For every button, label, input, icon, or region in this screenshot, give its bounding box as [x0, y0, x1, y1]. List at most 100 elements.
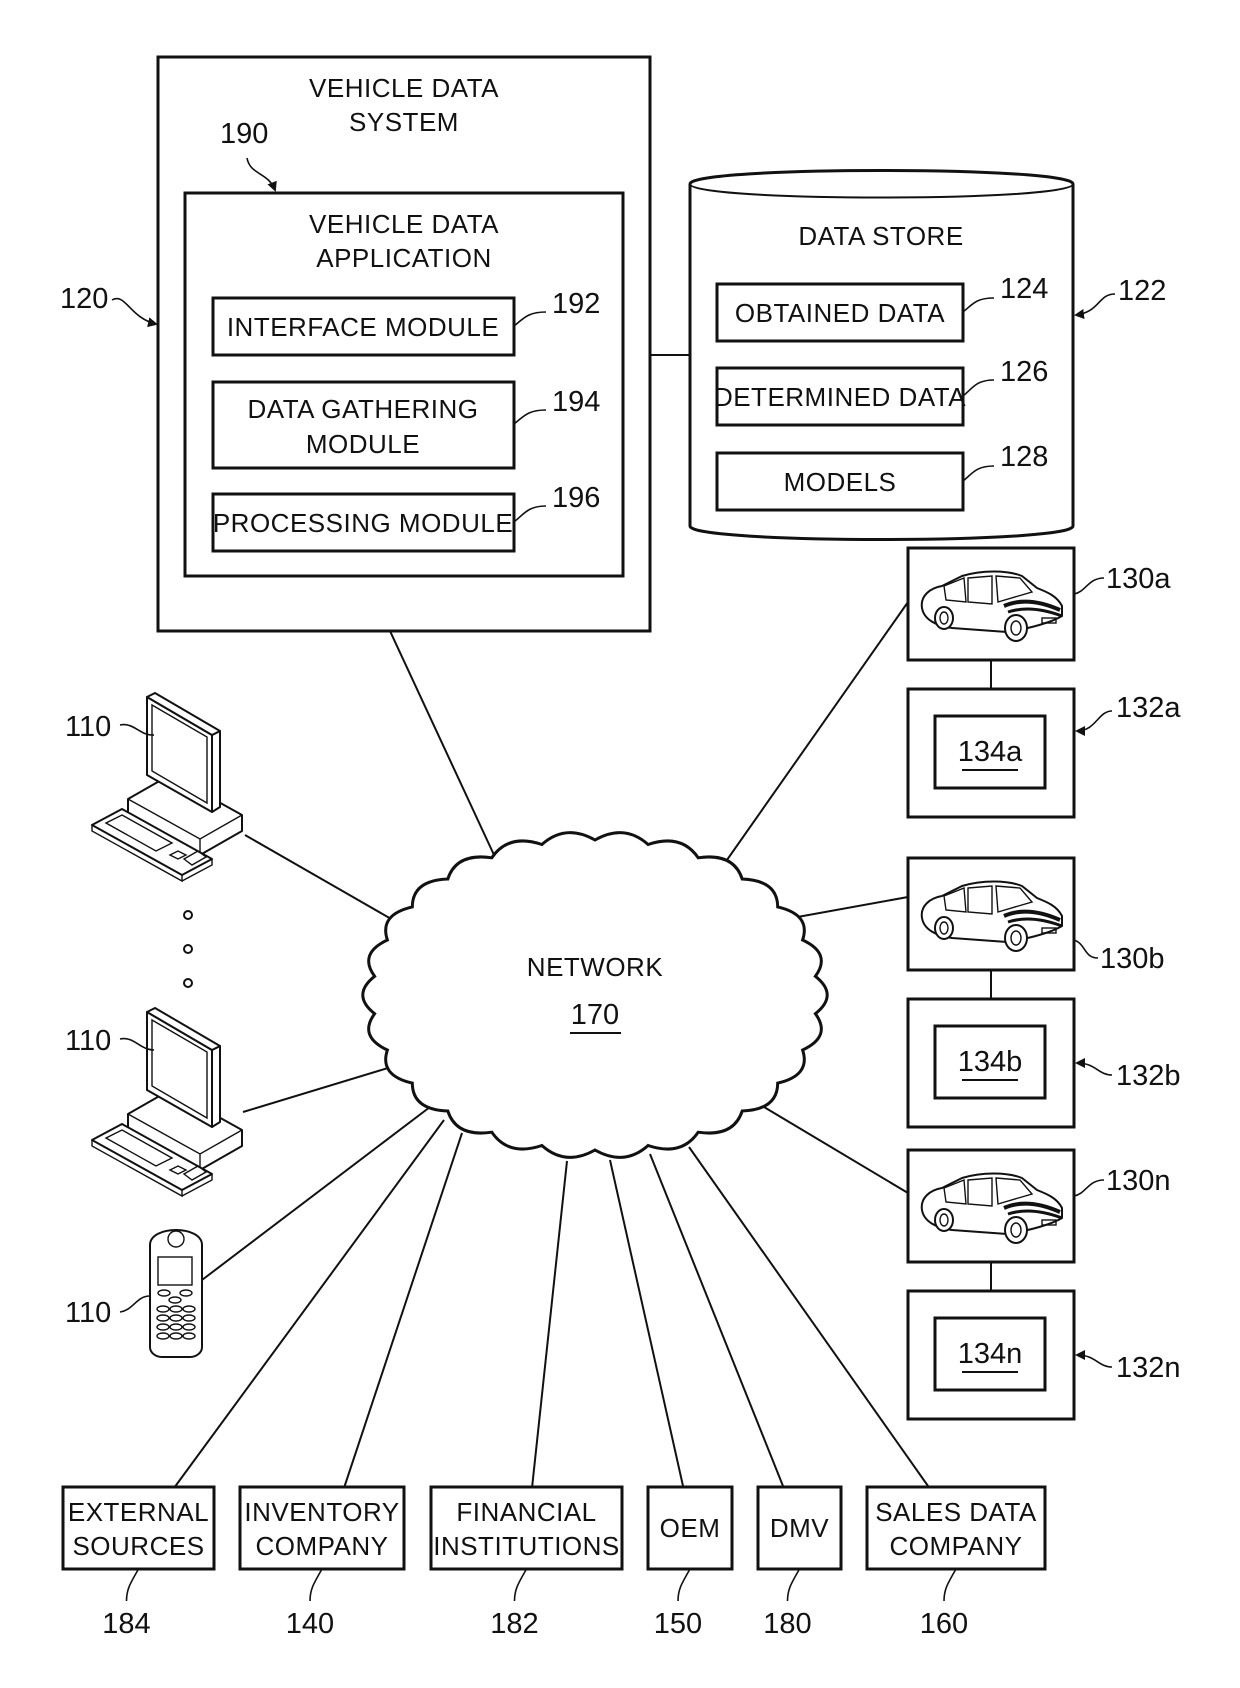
device-component-ref: 134n [958, 1338, 1023, 1370]
entity-leader [125, 1568, 140, 1602]
device-ref-arrow [1075, 1350, 1113, 1368]
entity-oem[interactable]: OEM 150 [646, 1485, 734, 1640]
determined-data-label: DETERMINED DATA [714, 382, 966, 412]
data-store-ref: 122 [1118, 275, 1166, 307]
system-title-line1: VEHICLE DATA [309, 73, 499, 103]
link-network-financial [531, 1160, 568, 1489]
entity-leader [943, 1568, 957, 1602]
vehicle-ref: 130a [1106, 563, 1171, 595]
entity-label-line2: SOURCES [72, 1531, 204, 1561]
system-ref: 120 [60, 283, 108, 315]
device-component-ref: 134a [958, 736, 1023, 768]
link-network-vehicle-n [763, 1106, 909, 1194]
vehicles: 130a 134a 132a 130b 134b 132b 130n 134n 132n [906, 546, 1181, 1421]
entity-label: OEM [660, 1513, 721, 1543]
desktop-computer-icon [91, 692, 243, 882]
determined-data-ref: 126 [1000, 356, 1048, 388]
models-label: MODELS [784, 467, 897, 497]
entity-inventory-company[interactable]: INVENTORY COMPANY 140 [238, 1485, 406, 1640]
client-computer-2[interactable] [91, 1007, 243, 1197]
link-computer2-network [242, 1067, 389, 1113]
client-phone[interactable] [149, 1229, 203, 1358]
vehicle-leader [1073, 939, 1099, 959]
entity-leader [677, 1568, 691, 1602]
data-store[interactable]: DATA STORE 122 OBTAINED DATA 124 DETERMI… [688, 169, 1166, 541]
obtained-data-ref: 124 [1000, 273, 1048, 305]
entity-leader [786, 1568, 801, 1602]
vehicle-ref: 130n [1106, 1165, 1171, 1197]
entity-label-line1: SALES DATA [875, 1497, 1037, 1527]
device-ref: 132b [1116, 1060, 1181, 1092]
system-ref-arrow [111, 297, 158, 328]
application-title-line1: VEHICLE DATA [309, 209, 499, 239]
entity-leader [513, 1568, 528, 1602]
client-computer-1[interactable] [91, 692, 243, 882]
link-network-vehicle-b [791, 896, 909, 919]
entity-leader [309, 1568, 323, 1602]
mobile-phone-icon [149, 1229, 203, 1358]
processing-module-label: PROCESSING MODULE [213, 508, 513, 538]
data-gathering-module-label-line2: MODULE [306, 429, 420, 459]
device-ref: 132a [1116, 692, 1181, 724]
vehicle-130n[interactable]: 130n [906, 1148, 1171, 1264]
external-entities: EXTERNAL SOURCES 184 INVENTORY COMPANY 140 FIN… [61, 1485, 1047, 1640]
models-ref: 128 [1000, 441, 1048, 473]
vehicle-leader [1073, 1179, 1105, 1197]
entity-ref: 150 [654, 1608, 702, 1640]
link-system-network [389, 630, 502, 871]
more-devices-ellipsis [183, 910, 193, 988]
vehicle-leader [1073, 577, 1105, 595]
client-computer-1-ref: 110 [65, 711, 111, 743]
entity-sales-data-company[interactable]: SALES DATA COMPANY 160 [865, 1485, 1047, 1640]
link-network-dmv [649, 1153, 784, 1487]
data-store-ref-arrow [1074, 293, 1116, 319]
entity-label-line1: INVENTORY [244, 1497, 399, 1527]
entity-label: DMV [770, 1513, 829, 1543]
vehicle-device-132b[interactable]: 134b 132b [906, 997, 1181, 1129]
link-network-inventory [343, 1132, 463, 1489]
data-store-title: DATA STORE [798, 221, 963, 251]
device-ref: 132n [1116, 1352, 1181, 1384]
vehicle-ref: 130b [1100, 943, 1165, 975]
client-computer-2-ref: 110 [65, 1025, 111, 1057]
application-ref: 190 [220, 118, 268, 150]
entity-dmv[interactable]: DMV 180 [756, 1485, 843, 1640]
entity-label-line2: COMPANY [889, 1531, 1022, 1561]
link-network-vehicle-a [714, 601, 909, 878]
processing-module-ref: 196 [552, 482, 600, 514]
vehicle-130b[interactable]: 130b [906, 856, 1165, 975]
cloud-outline [361, 831, 829, 1159]
vehicle-130a[interactable]: 130a [906, 546, 1171, 662]
desktop-computer-icon [91, 1007, 243, 1197]
entity-financial-institutions[interactable]: FINANCIAL INSTITUTIONS 182 [429, 1485, 624, 1640]
entity-ref: 160 [920, 1608, 968, 1640]
link-network-external-sources [173, 1119, 445, 1489]
entity-ref: 140 [286, 1608, 334, 1640]
obtained-data-label: OBTAINED DATA [735, 298, 945, 328]
interface-module-ref: 192 [552, 288, 600, 320]
vehicle-device-132n[interactable]: 134n 132n [906, 1289, 1181, 1421]
client-phone-ref: 110 [65, 1297, 111, 1329]
network-ref: 170 [571, 999, 619, 1031]
network-cloud[interactable]: NETWORK 170 [361, 831, 829, 1159]
entity-ref: 182 [490, 1608, 538, 1640]
entity-label-line2: INSTITUTIONS [433, 1531, 620, 1561]
link-computer1-network [244, 834, 394, 921]
device-ref-arrow [1075, 1058, 1113, 1076]
interface-module-label: INTERFACE MODULE [227, 312, 499, 342]
entity-ref: 180 [763, 1608, 811, 1640]
network-label: NETWORK [527, 952, 664, 982]
entity-external-sources[interactable]: EXTERNAL SOURCES 184 [61, 1485, 216, 1640]
entity-ref: 184 [102, 1608, 150, 1640]
device-ref-arrow [1075, 710, 1113, 736]
system-diagram: VEHICLE DATA SYSTEM 120 VEHICLE DATA APP… [60, 55, 1181, 1640]
entity-label-line2: COMPANY [255, 1531, 388, 1561]
device-component-ref: 134b [958, 1046, 1023, 1078]
entity-label-line1: FINANCIAL [456, 1497, 596, 1527]
entity-label-line1: EXTERNAL [68, 1497, 209, 1527]
system-title-line2: SYSTEM [349, 107, 459, 137]
link-network-sales [688, 1146, 929, 1487]
data-gathering-module-label-line1: DATA GATHERING [248, 394, 479, 424]
vehicle-device-132a[interactable]: 134a 132a [906, 687, 1181, 819]
client-phone-leader [119, 1295, 151, 1313]
